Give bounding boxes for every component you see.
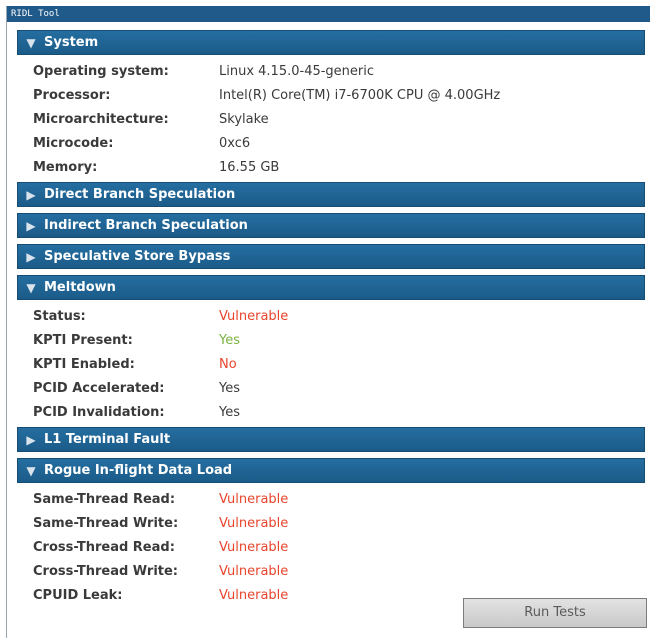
- collapsed-arrow-icon: ▶: [26, 218, 36, 233]
- app-window: RIDL Tool ▼ System Operating system: Lin…: [6, 6, 650, 638]
- collapsed-arrow-icon: ▶: [26, 249, 36, 264]
- microcode-label: Microcode:: [33, 135, 114, 151]
- meltdown-details: Status: Vulnerable KPTI Present: Yes KPT…: [17, 304, 645, 424]
- collapsed-arrow-icon: ▶: [26, 187, 36, 202]
- memory-value: 16.55 GB: [219, 159, 280, 175]
- section-title: Rogue In-flight Data Load: [44, 463, 233, 478]
- detail-row: KPTI Present: Yes: [17, 328, 645, 352]
- detail-row: Same-Thread Write: Vulnerable: [17, 511, 645, 535]
- section-header-store-bypass[interactable]: ▶ Speculative Store Bypass: [17, 244, 645, 269]
- cpuid-leak-value: Vulnerable: [219, 587, 289, 603]
- collapsed-arrow-icon: ▶: [26, 432, 36, 447]
- section-title: Direct Branch Speculation: [44, 187, 236, 202]
- detail-row: Microcode: 0xc6: [17, 131, 645, 155]
- pcid-accelerated-value: Yes: [219, 380, 240, 396]
- section-title: Indirect Branch Speculation: [44, 218, 248, 233]
- detail-row: Same-Thread Read: Vulnerable: [17, 487, 645, 511]
- detail-row: Cross-Thread Write: Vulnerable: [17, 559, 645, 583]
- ridl-details: Same-Thread Read: Vulnerable Same-Thread…: [17, 487, 645, 607]
- detail-row: Memory: 16.55 GB: [17, 155, 645, 179]
- section-header-meltdown[interactable]: ▼ Meltdown: [17, 275, 645, 300]
- os-label: Operating system:: [33, 63, 169, 79]
- section-title: System: [44, 35, 99, 50]
- section-header-system[interactable]: ▼ System: [17, 30, 645, 55]
- cross-thread-read-label: Cross-Thread Read:: [33, 539, 175, 555]
- expanded-arrow-icon: ▼: [26, 35, 36, 50]
- run-tests-button[interactable]: Run Tests: [463, 598, 647, 628]
- pcid-invalidation-value: Yes: [219, 404, 240, 420]
- cpuid-leak-label: CPUID Leak:: [33, 587, 123, 603]
- status-label: Status:: [33, 308, 86, 324]
- detail-row: Cross-Thread Read: Vulnerable: [17, 535, 645, 559]
- status-value: Vulnerable: [219, 308, 289, 324]
- detail-row: PCID Invalidation: Yes: [17, 400, 645, 424]
- same-thread-read-label: Same-Thread Read:: [33, 491, 176, 507]
- same-thread-read-value: Vulnerable: [219, 491, 289, 507]
- cross-thread-read-value: Vulnerable: [219, 539, 289, 555]
- section-header-direct-branch[interactable]: ▶ Direct Branch Speculation: [17, 182, 645, 207]
- window-title: RIDL Tool: [7, 6, 650, 22]
- detail-row: KPTI Enabled: No: [17, 352, 645, 376]
- microcode-value: 0xc6: [219, 135, 251, 151]
- detail-row: Microarchitecture: Skylake: [17, 107, 645, 131]
- system-details: Operating system: Linux 4.15.0-45-generi…: [17, 59, 645, 179]
- section-title: Speculative Store Bypass: [44, 249, 231, 264]
- os-value: Linux 4.15.0-45-generic: [219, 63, 375, 79]
- detail-row: Operating system: Linux 4.15.0-45-generi…: [17, 59, 645, 83]
- kpti-enabled-label: KPTI Enabled:: [33, 356, 135, 372]
- microarch-value: Skylake: [219, 111, 269, 127]
- sections-panel: ▼ System Operating system: Linux 4.15.0-…: [7, 22, 650, 607]
- section-header-ridl[interactable]: ▼ Rogue In-flight Data Load: [17, 458, 645, 483]
- section-title: Meltdown: [44, 280, 116, 295]
- detail-row: Processor: Intel(R) Core(TM) i7-6700K CP…: [17, 83, 645, 107]
- cross-thread-write-label: Cross-Thread Write:: [33, 563, 179, 579]
- detail-row: Status: Vulnerable: [17, 304, 645, 328]
- expanded-arrow-icon: ▼: [26, 463, 36, 478]
- same-thread-write-value: Vulnerable: [219, 515, 289, 531]
- processor-label: Processor:: [33, 87, 111, 103]
- pcid-accelerated-label: PCID Accelerated:: [33, 380, 165, 396]
- kpti-present-label: KPTI Present:: [33, 332, 133, 348]
- section-header-l1tf[interactable]: ▶ L1 Terminal Fault: [17, 427, 645, 452]
- same-thread-write-label: Same-Thread Write:: [33, 515, 179, 531]
- kpti-present-value: Yes: [219, 332, 240, 348]
- expanded-arrow-icon: ▼: [26, 280, 36, 295]
- kpti-enabled-value: No: [219, 356, 237, 372]
- microarch-label: Microarchitecture:: [33, 111, 169, 127]
- memory-label: Memory:: [33, 159, 98, 175]
- pcid-invalidation-label: PCID Invalidation:: [33, 404, 165, 420]
- detail-row: PCID Accelerated: Yes: [17, 376, 645, 400]
- section-title: L1 Terminal Fault: [44, 432, 171, 447]
- cross-thread-write-value: Vulnerable: [219, 563, 289, 579]
- section-header-indirect-branch[interactable]: ▶ Indirect Branch Speculation: [17, 213, 645, 238]
- processor-value: Intel(R) Core(TM) i7-6700K CPU @ 4.00GHz: [219, 87, 501, 103]
